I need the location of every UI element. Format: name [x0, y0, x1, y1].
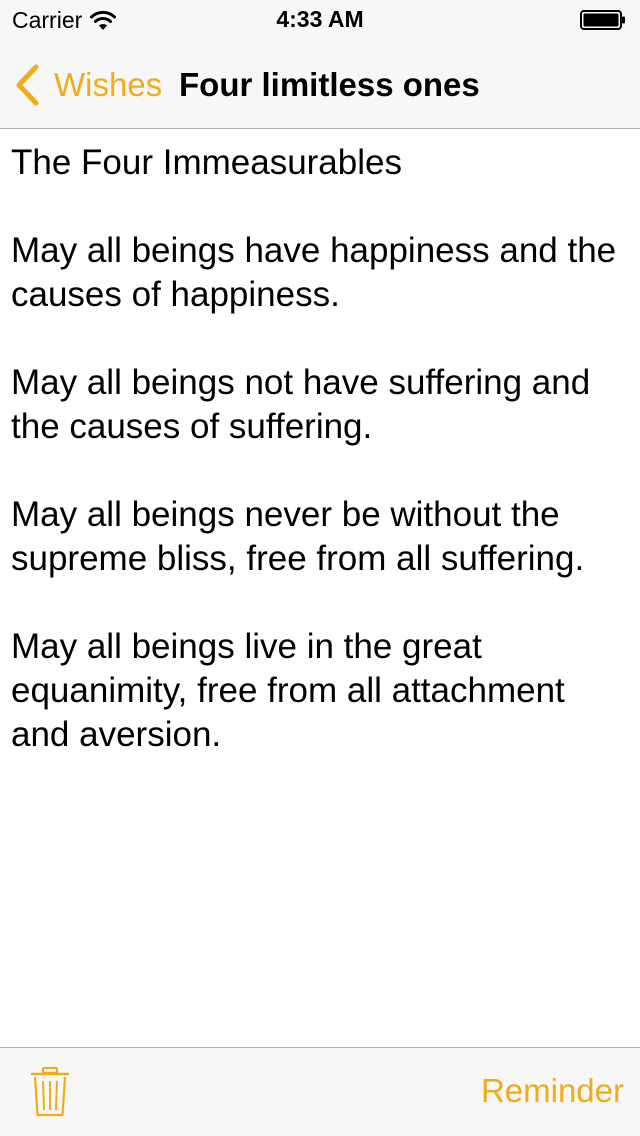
navigation-bar: Wishes Four limitless ones: [0, 40, 640, 129]
status-time: 4:33 AM: [276, 6, 364, 32]
chevron-left-icon: [16, 64, 39, 106]
page-title: Four limitless ones: [179, 66, 480, 103]
screen: Carrier 4:33 AM Wishes Four limitless on…: [0, 0, 640, 1136]
reminder-button[interactable]: Reminder: [481, 1072, 624, 1110]
wish-heading: The Four Immeasurables: [11, 143, 402, 182]
battery-full-icon: [580, 10, 625, 30]
status-bar: Carrier 4:33 AM: [0, 0, 640, 40]
back-button[interactable]: Wishes: [14, 62, 162, 108]
wish-text-view[interactable]: The Four Immeasurables May all beings ha…: [11, 141, 626, 801]
back-button-label: Wishes: [54, 66, 163, 103]
trash-icon[interactable]: [30, 1066, 70, 1118]
wish-paragraph: May all beings have happiness and the ca…: [11, 231, 617, 314]
wish-paragraph: May all beings live in the great equanim…: [11, 627, 565, 754]
bottom-toolbar: Reminder: [0, 1047, 640, 1136]
wish-paragraph: May all beings not have suffering and th…: [11, 363, 591, 446]
wish-paragraph: May all beings never be without the supr…: [11, 495, 585, 578]
